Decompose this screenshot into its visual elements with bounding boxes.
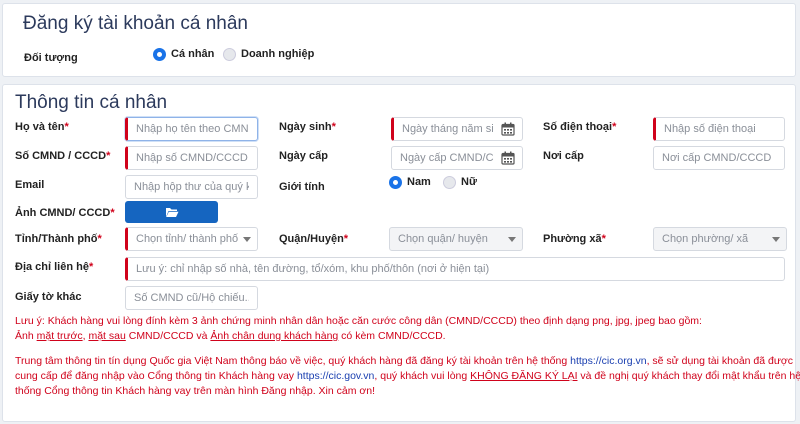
personal-info-card: Thông tin cá nhân Họ và tên* Ngày sinh* … xyxy=(2,84,800,422)
radio-business-label[interactable]: Doanh nghiệp xyxy=(241,48,314,60)
district-select-value: Chọn quận/ huyện xyxy=(398,233,488,245)
email-label: Email xyxy=(15,179,45,191)
radio-male-label[interactable]: Nam xyxy=(407,176,431,188)
province-select-value: Chọn tỉnh/ thành phố xyxy=(136,233,239,245)
radio-female-label[interactable]: Nữ xyxy=(461,176,477,188)
radio-male[interactable] xyxy=(389,176,402,189)
calendar-icon[interactable] xyxy=(501,122,515,136)
cic-gov-link[interactable]: https://cic.gov.vn xyxy=(297,370,374,382)
chevron-down-icon xyxy=(243,237,251,242)
full-name-input[interactable] xyxy=(125,117,258,141)
phone-input[interactable] xyxy=(653,117,785,141)
calendar-icon[interactable] xyxy=(501,151,515,165)
account-type-card: Đăng ký tài khoản cá nhân Đối tượng Cá n… xyxy=(2,3,796,77)
ward-label: Phường xã* xyxy=(543,233,606,245)
issue-place-label: Nơi cấp xyxy=(543,150,584,162)
province-label: Tỉnh/Thành phố* xyxy=(15,233,102,245)
account-type-label: Đối tượng xyxy=(24,52,78,64)
page-title: Đăng ký tài khoản cá nhân xyxy=(23,13,248,34)
other-doc-label: Giấy tờ khác xyxy=(15,291,82,303)
folder-open-icon xyxy=(166,208,179,217)
full-name-label: Họ và tên* xyxy=(15,121,69,133)
district-label: Quận/Huyện* xyxy=(279,233,349,245)
province-select[interactable]: Chọn tỉnh/ thành phố xyxy=(125,227,258,251)
cic-notice-line3: thống Cổng thông tin Khách hàng vay trên… xyxy=(15,385,376,397)
id-number-input[interactable] xyxy=(125,146,258,170)
other-doc-input[interactable] xyxy=(125,286,258,310)
issue-date-label: Ngày cấp xyxy=(279,150,328,162)
upload-note-line1: Lưu ý: Khách hàng vui lòng đính kèm 3 ản… xyxy=(15,315,702,327)
cic-notice-line1: Trung tâm thông tin tín dụng Quốc gia Vi… xyxy=(15,355,794,367)
cic-notice: Trung tâm thông tin tín dụng Quốc gia Vi… xyxy=(15,354,800,399)
chevron-down-icon xyxy=(772,237,780,242)
radio-individual[interactable] xyxy=(153,48,166,61)
upload-note-line2: Ảnh mặt trước, mặt sau CMND/CCCD và Ảnh … xyxy=(15,330,446,342)
upload-id-image-button[interactable] xyxy=(125,201,218,223)
issue-place-input[interactable] xyxy=(653,146,785,170)
cic-org-link[interactable]: https://cic.org.vn xyxy=(570,355,646,367)
phone-label: Số điện thoại* xyxy=(543,121,617,133)
id-number-label: Số CMND / CCCD* xyxy=(15,150,111,162)
ward-select[interactable]: Chọn phường/ xã xyxy=(653,227,787,251)
radio-business[interactable] xyxy=(223,48,236,61)
email-input[interactable] xyxy=(125,175,258,199)
address-input[interactable] xyxy=(125,257,785,281)
upload-note: Lưu ý: Khách hàng vui lòng đính kèm 3 ản… xyxy=(15,314,702,344)
cic-notice-line2: cung cấp để đăng nhập vào Cổng thông tin… xyxy=(15,370,800,382)
section-title: Thông tin cá nhân xyxy=(15,92,168,113)
id-image-label: Ảnh CMND/ CCCD* xyxy=(15,207,115,219)
chevron-down-icon xyxy=(508,237,516,242)
district-select[interactable]: Chọn quận/ huyện xyxy=(389,227,523,251)
gender-label: Giới tính xyxy=(279,181,325,193)
address-label: Địa chỉ liên hệ* xyxy=(15,261,94,273)
radio-individual-label[interactable]: Cá nhân xyxy=(171,48,214,60)
ward-select-value: Chọn phường/ xã xyxy=(662,233,749,245)
birth-date-label: Ngày sinh* xyxy=(279,121,336,133)
radio-female[interactable] xyxy=(443,176,456,189)
